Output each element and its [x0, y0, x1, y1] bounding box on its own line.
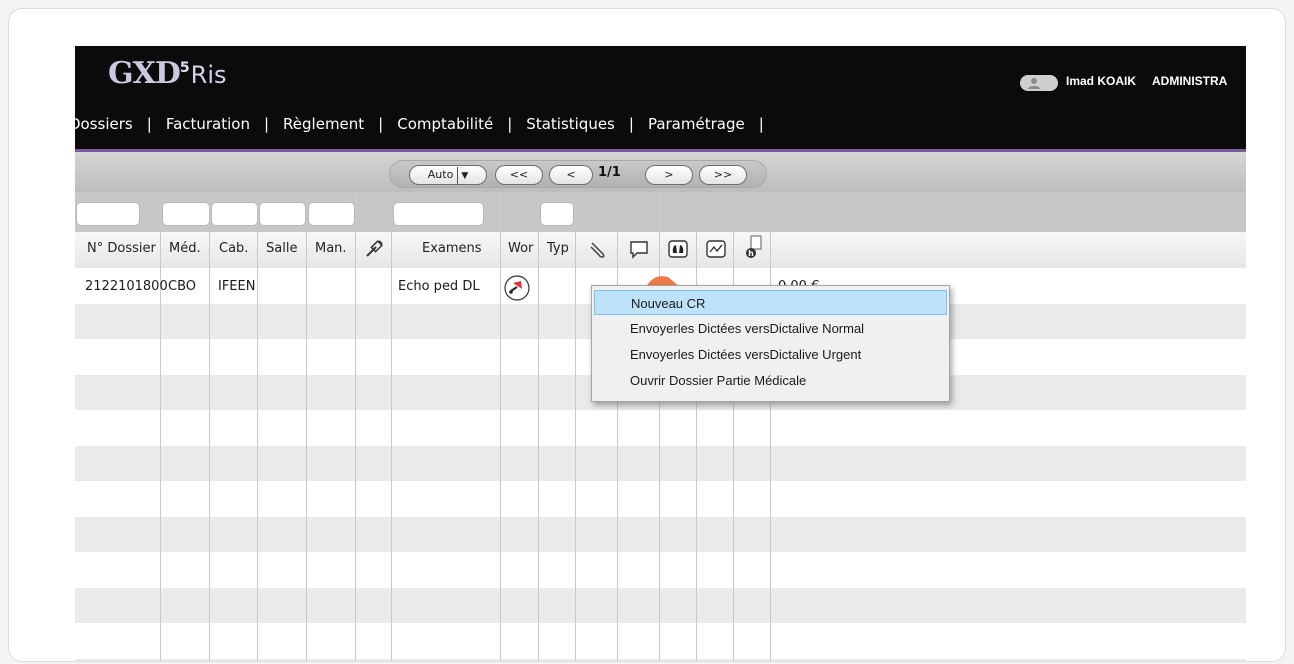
filter-dossier-input[interactable] [76, 202, 140, 226]
document-h-icon[interactable]: h [743, 234, 765, 260]
column-divider [659, 192, 660, 661]
comment-icon[interactable] [628, 238, 650, 260]
menu-separator: | [378, 115, 384, 133]
cell-cab: IFEEN [218, 279, 256, 294]
column-divider [391, 192, 392, 661]
menu-dictalive-urgent[interactable]: Envoyerles Dictées versDictalive Urgent [594, 342, 947, 367]
column-divider [257, 192, 258, 661]
user-name: Imad KOAIK [1066, 74, 1137, 88]
prev-page-button[interactable]: < [549, 165, 593, 185]
menu-item-label: Ouvrir Dossier Partie Médicale [630, 373, 807, 388]
pager-control: Auto ▼ << < 1/1 > >> [389, 160, 767, 188]
logo-version: 5 [179, 60, 190, 76]
paperclip-icon[interactable] [586, 238, 608, 260]
menu-separator: | [146, 115, 152, 133]
menu-parametrage[interactable]: Paramétrage [648, 115, 745, 133]
worklist-status-icon[interactable] [503, 273, 533, 303]
top-header: GXD5Ris Imad KOAIK ADMINISTRA Dossiers |… [75, 46, 1246, 149]
column-divider [575, 192, 576, 661]
filter-typ-input[interactable] [540, 202, 574, 226]
menu-item-label: Envoyerles Dictées versDictalive Urgent [630, 347, 862, 362]
table-header: N° Dossier Méd. Cab. Salle Man. Examens … [75, 232, 1246, 269]
col-cab[interactable]: Cab. [219, 241, 248, 256]
col-dossier[interactable]: N° Dossier [87, 241, 156, 256]
filter-man-input[interactable] [308, 202, 355, 226]
page-indicator: 1/1 [598, 165, 621, 180]
menu-dictalive-normal[interactable]: Envoyerles Dictées versDictalive Normal [594, 316, 947, 341]
menu-nouveau-cr[interactable]: Nouveau CR [594, 290, 947, 315]
menu-statistiques[interactable]: Statistiques [526, 115, 615, 133]
ris-application: GXD5Ris Imad KOAIK ADMINISTRA Dossiers |… [75, 46, 1246, 661]
column-divider [160, 192, 161, 661]
column-divider [770, 192, 771, 661]
logo-main: GXD [108, 56, 181, 91]
menu-separator: | [507, 115, 513, 133]
filter-med-input[interactable] [162, 202, 210, 226]
filter-examens-input[interactable] [393, 202, 484, 226]
column-divider [355, 192, 356, 661]
menu-separator: | [628, 115, 634, 133]
filter-cab-input[interactable] [211, 202, 258, 226]
menu-reglement[interactable]: Règlement [283, 115, 364, 133]
filter-salle-input[interactable] [259, 202, 306, 226]
column-divider [696, 192, 697, 661]
svg-text:h: h [748, 249, 754, 258]
cell-med: CBO [168, 279, 196, 294]
col-wor[interactable]: Wor [508, 241, 533, 256]
logo-suffix: Ris [190, 61, 227, 89]
lungs-icon[interactable] [667, 238, 689, 260]
menu-open-medical-file[interactable]: Ouvrir Dossier Partie Médicale [594, 368, 947, 393]
last-page-button[interactable]: >> [699, 165, 747, 185]
chart-icon[interactable] [705, 238, 727, 260]
col-med[interactable]: Méd. [169, 241, 201, 256]
pagination-bar: Auto ▼ << < 1/1 > >> [75, 152, 1246, 192]
column-divider [733, 192, 734, 661]
screenshot-frame: GXD5Ris Imad KOAIK ADMINISTRA Dossiers |… [8, 8, 1286, 662]
user-avatar-toggle[interactable] [1020, 75, 1058, 91]
app-logo: GXD5Ris [108, 56, 227, 91]
user-role: ADMINISTRA [1152, 74, 1228, 88]
page-size-value: Auto [427, 168, 454, 181]
next-page-button[interactable]: > [645, 165, 693, 185]
syringe-icon[interactable] [363, 238, 385, 260]
col-salle[interactable]: Salle [266, 241, 297, 256]
menu-separator: | [263, 115, 270, 133]
first-page-button[interactable]: << [495, 165, 543, 185]
column-divider [617, 192, 618, 661]
cell-examens: Echo ped DL [398, 279, 480, 294]
column-divider [209, 192, 210, 661]
user-icon [1028, 78, 1040, 89]
column-divider [538, 192, 539, 661]
column-divider [306, 192, 307, 661]
context-menu: Nouveau CR Envoyerles Dictées versDictal… [591, 285, 950, 402]
col-man[interactable]: Man. [315, 241, 347, 256]
column-divider [500, 192, 501, 661]
menu-dossiers[interactable]: Dossiers [75, 115, 133, 133]
col-examens[interactable]: Examens [422, 241, 482, 256]
menu-item-label: Nouveau CR [631, 296, 706, 311]
filter-row [75, 192, 1246, 232]
menu-comptabilite[interactable]: Comptabilité [397, 115, 493, 133]
col-typ[interactable]: Typ [547, 241, 569, 256]
menu-facturation[interactable]: Facturation [166, 115, 250, 133]
menu-item-label: Envoyerles Dictées versDictalive Normal [630, 321, 865, 336]
dropdown-arrow-icon: ▼ [457, 167, 468, 185]
menu-separator: | [758, 115, 764, 133]
cell-dossier-number[interactable]: 2122101800 [85, 279, 168, 294]
page-size-select[interactable]: Auto ▼ [409, 165, 487, 185]
main-menu: Dossiers | Facturation | Règlement | Com… [75, 115, 778, 133]
